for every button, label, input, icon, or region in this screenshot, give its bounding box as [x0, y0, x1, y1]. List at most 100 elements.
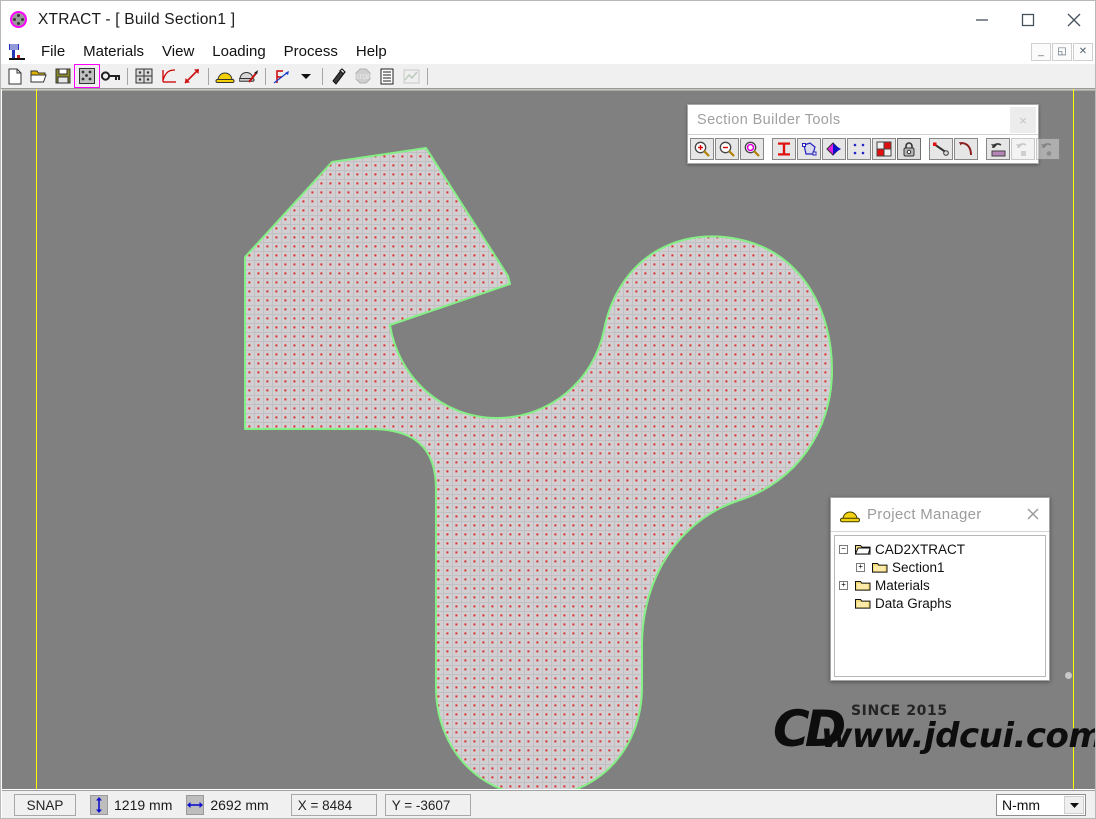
svg-text:STOP: STOP	[355, 75, 371, 81]
page-title: XTRACT - [ Build Section1 ]	[38, 11, 236, 28]
minimize-icon[interactable]	[959, 1, 1005, 39]
close-icon[interactable]	[1051, 1, 1095, 39]
tree-node-data-graphs[interactable]: Data Graphs	[839, 594, 1045, 612]
rebar-points-icon[interactable]	[847, 138, 871, 160]
section-builder-tools-buttons	[688, 135, 1060, 163]
folder-icon	[855, 597, 871, 610]
undo-mesh-icon[interactable]	[986, 138, 1010, 160]
folder-icon	[855, 579, 871, 592]
section-height-value: 1219 mm	[114, 797, 173, 813]
section-builder-tools-titlebar: Section Builder Tools ×	[688, 105, 1038, 135]
toolbar-separator	[208, 67, 209, 85]
section-width-readout: 2692 mm	[186, 795, 269, 815]
zoom-out-icon[interactable]	[715, 138, 739, 160]
i-section-icon[interactable]	[772, 138, 796, 160]
menu-view[interactable]: View	[153, 42, 203, 61]
maximize-icon[interactable]	[1005, 1, 1051, 39]
toolbar-separator	[427, 67, 428, 85]
section-height-readout: 1219 mm	[90, 795, 172, 815]
curve-chart-icon[interactable]	[156, 65, 180, 87]
section-canvas[interactable]	[2, 89, 1096, 789]
run-lightning-icon[interactable]	[327, 65, 351, 87]
vertical-extent-icon	[90, 795, 108, 815]
window-controls	[959, 1, 1095, 39]
key-icon[interactable]	[99, 65, 123, 87]
tree-node-section1[interactable]: + Section1	[839, 558, 1045, 576]
menu-process[interactable]: Process	[275, 42, 347, 61]
tree-node-cad2xtract[interactable]: − CAD2XTRACT	[839, 540, 1045, 558]
toolbar-separator	[322, 67, 323, 85]
menu-file[interactable]: File	[32, 42, 74, 61]
status-bar: SNAP 1219 mm 2692 mm X = 8484 Y = -3607 …	[2, 790, 1095, 818]
tree-node-label: Data Graphs	[875, 595, 952, 611]
save-disk-icon[interactable]	[51, 65, 75, 87]
diagonal-arrow-icon[interactable]	[180, 65, 204, 87]
project-manager-panel: Project Manager − CAD2XTRACT + Section1 …	[830, 497, 1050, 681]
xtract-application-window: XTRACT - [ Build Section1 ] File Materia…	[0, 0, 1096, 819]
lock-icon[interactable]	[897, 138, 921, 160]
zoom-extents-icon[interactable]	[740, 138, 764, 160]
menu-bar: File Materials View Loading Process Help…	[1, 39, 1095, 64]
tree-node-label: Section1	[892, 559, 945, 575]
section-width-value: 2692 mm	[210, 797, 269, 813]
project-manager-titlebar: Project Manager	[831, 498, 1049, 532]
project-manager-title: Project Manager	[867, 506, 982, 523]
menu-help[interactable]: Help	[347, 42, 396, 61]
graph-icon[interactable]	[399, 65, 423, 87]
line-tool-icon[interactable]	[929, 138, 953, 160]
units-value: N-mm	[1002, 797, 1041, 813]
tree-node-label: Materials	[875, 577, 930, 593]
section-outline-path	[244, 147, 833, 789]
report-list-icon[interactable]	[375, 65, 399, 87]
chevron-down-icon[interactable]	[1064, 796, 1084, 814]
force-f-icon[interactable]	[270, 65, 294, 87]
section-ruler-icon	[8, 43, 26, 61]
menu-loading[interactable]: Loading	[203, 42, 274, 61]
close-icon[interactable]: ×	[1010, 107, 1036, 133]
section-builder-tools-panel: Section Builder Tools ×	[687, 104, 1060, 164]
hat-tools-icon[interactable]	[237, 65, 261, 87]
new-document-icon[interactable]	[3, 65, 27, 87]
close-icon[interactable]	[1025, 506, 1041, 522]
snap-indicator[interactable]: SNAP	[14, 794, 76, 816]
hard-hat-icon	[839, 506, 861, 524]
quad-mesh-icon[interactable]	[872, 138, 896, 160]
x-coordinate-readout: X = 8484	[290, 794, 377, 816]
tree-node-label: CAD2XTRACT	[875, 541, 966, 557]
fill-material-icon[interactable]	[822, 138, 846, 160]
folder-icon	[872, 561, 888, 574]
tree-node-materials[interactable]: + Materials	[839, 576, 1045, 594]
toolbar-separator	[265, 67, 266, 85]
title-bar: XTRACT - [ Build Section1 ]	[1, 1, 1095, 39]
horizontal-extent-icon	[186, 795, 205, 815]
stop-sign-icon[interactable]: STOP	[351, 65, 375, 87]
dropdown-arrow-icon[interactable]	[294, 65, 318, 87]
cad-section-shape[interactable]	[2, 89, 1096, 789]
folder-open-icon	[854, 543, 871, 556]
mesh-window-icon[interactable]	[132, 65, 156, 87]
mdi-close-icon[interactable]: ✕	[1073, 43, 1093, 61]
collapse-toggle[interactable]: −	[839, 544, 848, 554]
y-coordinate-readout: Y = -3607	[384, 794, 471, 816]
menu-materials[interactable]: Materials	[74, 42, 153, 61]
redo-icon[interactable]	[1036, 138, 1060, 160]
toolbar-separator	[127, 67, 128, 85]
main-toolbar: STOP	[1, 64, 1095, 89]
project-tree[interactable]: − CAD2XTRACT + Section1 + Materials Data…	[834, 535, 1046, 677]
mdi-window-controls: _ ◱ ✕	[1031, 43, 1093, 61]
hard-hat-icon[interactable]	[213, 65, 237, 87]
polygon-icon[interactable]	[797, 138, 821, 160]
grid-section-icon[interactable]	[74, 64, 100, 88]
open-folder-icon[interactable]	[27, 65, 51, 87]
menu-items: File Materials View Loading Process Help	[32, 42, 396, 61]
xtract-circle-icon	[9, 10, 29, 30]
mdi-restore-icon[interactable]: ◱	[1052, 43, 1072, 61]
expand-toggle[interactable]: +	[839, 580, 848, 590]
section-builder-tools-title: Section Builder Tools	[697, 111, 841, 128]
expand-toggle[interactable]: +	[856, 562, 865, 572]
arc-tool-icon[interactable]	[954, 138, 978, 160]
undo-icon[interactable]	[1011, 138, 1035, 160]
mdi-minimize-icon[interactable]: _	[1031, 43, 1051, 61]
units-select[interactable]: N-mm	[996, 794, 1086, 816]
zoom-in-icon[interactable]	[690, 138, 714, 160]
